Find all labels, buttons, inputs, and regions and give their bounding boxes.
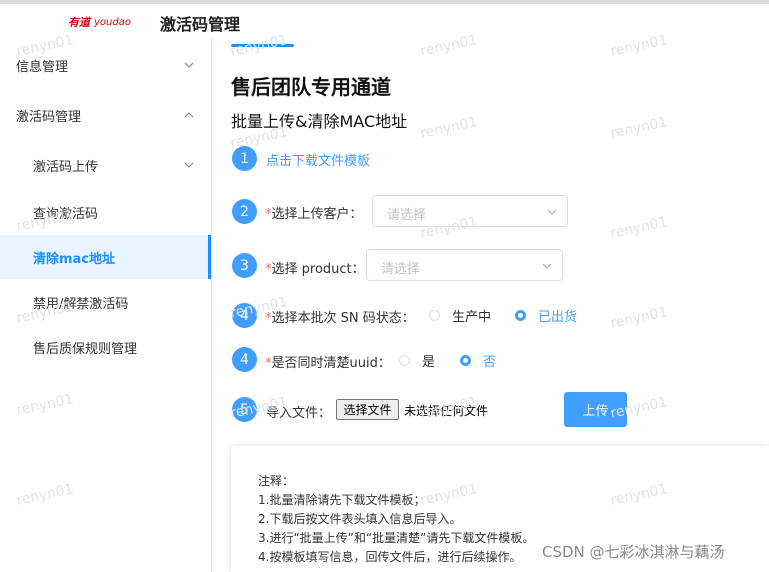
label-text: 选择 product：	[271, 262, 365, 277]
radio-uuid-yes[interactable]: 是	[399, 351, 435, 370]
step-number: 1	[232, 146, 257, 171]
page-subtitle: 批量上传&清除MAC地址	[231, 112, 408, 131]
note-line: 3.进行“批量上传”和“批量清楚”请先下载文件模板。	[258, 531, 535, 545]
product-select[interactable]: 请选择	[366, 249, 563, 281]
sn-status-label: *选择本批次 SN 码状态：	[265, 307, 415, 326]
sidebar-item-activation-upload[interactable]: 激活码上传	[0, 143, 211, 187]
sidebar-item-query-activation[interactable]: 查询激活码	[0, 190, 211, 234]
youdao-logo: 有道 youdao	[68, 15, 131, 29]
sidebar-item-info-management[interactable]: 信息管理	[0, 43, 211, 87]
radio-label: 否	[483, 355, 497, 370]
radio-dot	[399, 355, 410, 366]
csdn-watermark: CSDN @七彩冰淇淋与藕汤	[542, 543, 725, 561]
customer-select[interactable]: 请选择	[372, 195, 568, 227]
chevron-down-icon	[542, 263, 552, 269]
chevron-up-icon	[184, 112, 194, 118]
sidebar-item-disable-activation[interactable]: 禁用/解禁激活码	[0, 280, 211, 324]
label-text: 选择上传客户：	[271, 207, 363, 222]
label-text: 是否同时清楚uuid：	[271, 356, 391, 371]
chevron-down-icon	[184, 162, 194, 168]
radio-label: 是	[422, 355, 436, 370]
note-line: 2.下载后按文件表头填入信息后导入。	[258, 512, 462, 526]
chevron-down-icon	[184, 62, 194, 68]
sidebar-item-label: 禁用/解禁激活码	[33, 296, 129, 312]
note-line: 4.按模板填写信息，回传文件后，进行后续操作。	[258, 550, 522, 564]
label-text: 选择本批次 SN 码状态：	[271, 311, 415, 326]
sidebar: 信息管理 激活码管理 激活码上传 查询激活码 清除mac地址 禁用/解禁激活码 …	[0, 38, 212, 572]
app-title: 激活码管理	[160, 15, 241, 34]
radio-uuid-no[interactable]: 否	[460, 351, 496, 370]
app-header: 有道 youdao 激活码管理	[0, 4, 769, 38]
sidebar-item-label: 查询激活码	[33, 206, 99, 222]
sidebar-item-warranty-rules[interactable]: 售后质保规则管理	[0, 325, 211, 369]
sidebar-item-label: 清除mac地址	[33, 251, 116, 267]
sidebar-item-label: 信息管理	[16, 59, 69, 75]
step-number: 5	[232, 397, 257, 422]
radio-in-production[interactable]: 生产中	[429, 306, 491, 325]
note-line: 1.批量清除请先下载文件模板；	[258, 493, 426, 507]
sidebar-item-activation-management[interactable]: 激活码管理	[0, 93, 211, 137]
radio-dot	[460, 355, 471, 366]
sidebar-item-label: 激活码上传	[33, 159, 99, 175]
notes-title: 注释：	[258, 474, 295, 488]
step-number: 3	[232, 253, 257, 278]
radio-shipped[interactable]: 已出货	[515, 306, 577, 325]
step-number: 4	[232, 347, 257, 372]
logo-cn: 有道	[68, 16, 90, 29]
chevron-down-icon	[547, 209, 557, 215]
choose-file-button[interactable]: 选择文件	[336, 399, 399, 420]
radio-dot	[515, 310, 526, 321]
page-title: 售后团队专用通道	[231, 75, 391, 99]
step-number: 4	[232, 303, 257, 328]
select-product-label: *选择 product：	[265, 258, 365, 277]
sidebar-item-label: 售后质保规则管理	[33, 341, 138, 357]
upload-button[interactable]: 上传	[564, 392, 627, 427]
active-tab-indicator	[231, 44, 294, 47]
radio-dot	[429, 310, 440, 321]
sidebar-item-label: 激活码管理	[16, 109, 82, 125]
clear-uuid-label: *是否同时清楚uuid：	[265, 352, 391, 371]
select-placeholder: 请选择	[387, 208, 427, 223]
radio-label: 已出货	[538, 310, 578, 325]
main-content: 售后团队专用通道 批量上传&清除MAC地址 1 点击下载文件模板 2 *选择上传…	[212, 38, 769, 572]
sidebar-item-clear-mac[interactable]: 清除mac地址	[0, 235, 211, 279]
select-placeholder: 请选择	[381, 262, 421, 277]
file-status: 未选择任何文件	[404, 404, 489, 418]
logo-en: youdao	[94, 16, 131, 28]
radio-label: 生产中	[452, 310, 492, 325]
import-file-label: 导入文件：	[266, 406, 332, 421]
select-customer-label: *选择上传客户：	[265, 203, 363, 222]
download-template-link[interactable]: 点击下载文件模板	[266, 150, 370, 169]
step-number: 2	[232, 199, 257, 224]
